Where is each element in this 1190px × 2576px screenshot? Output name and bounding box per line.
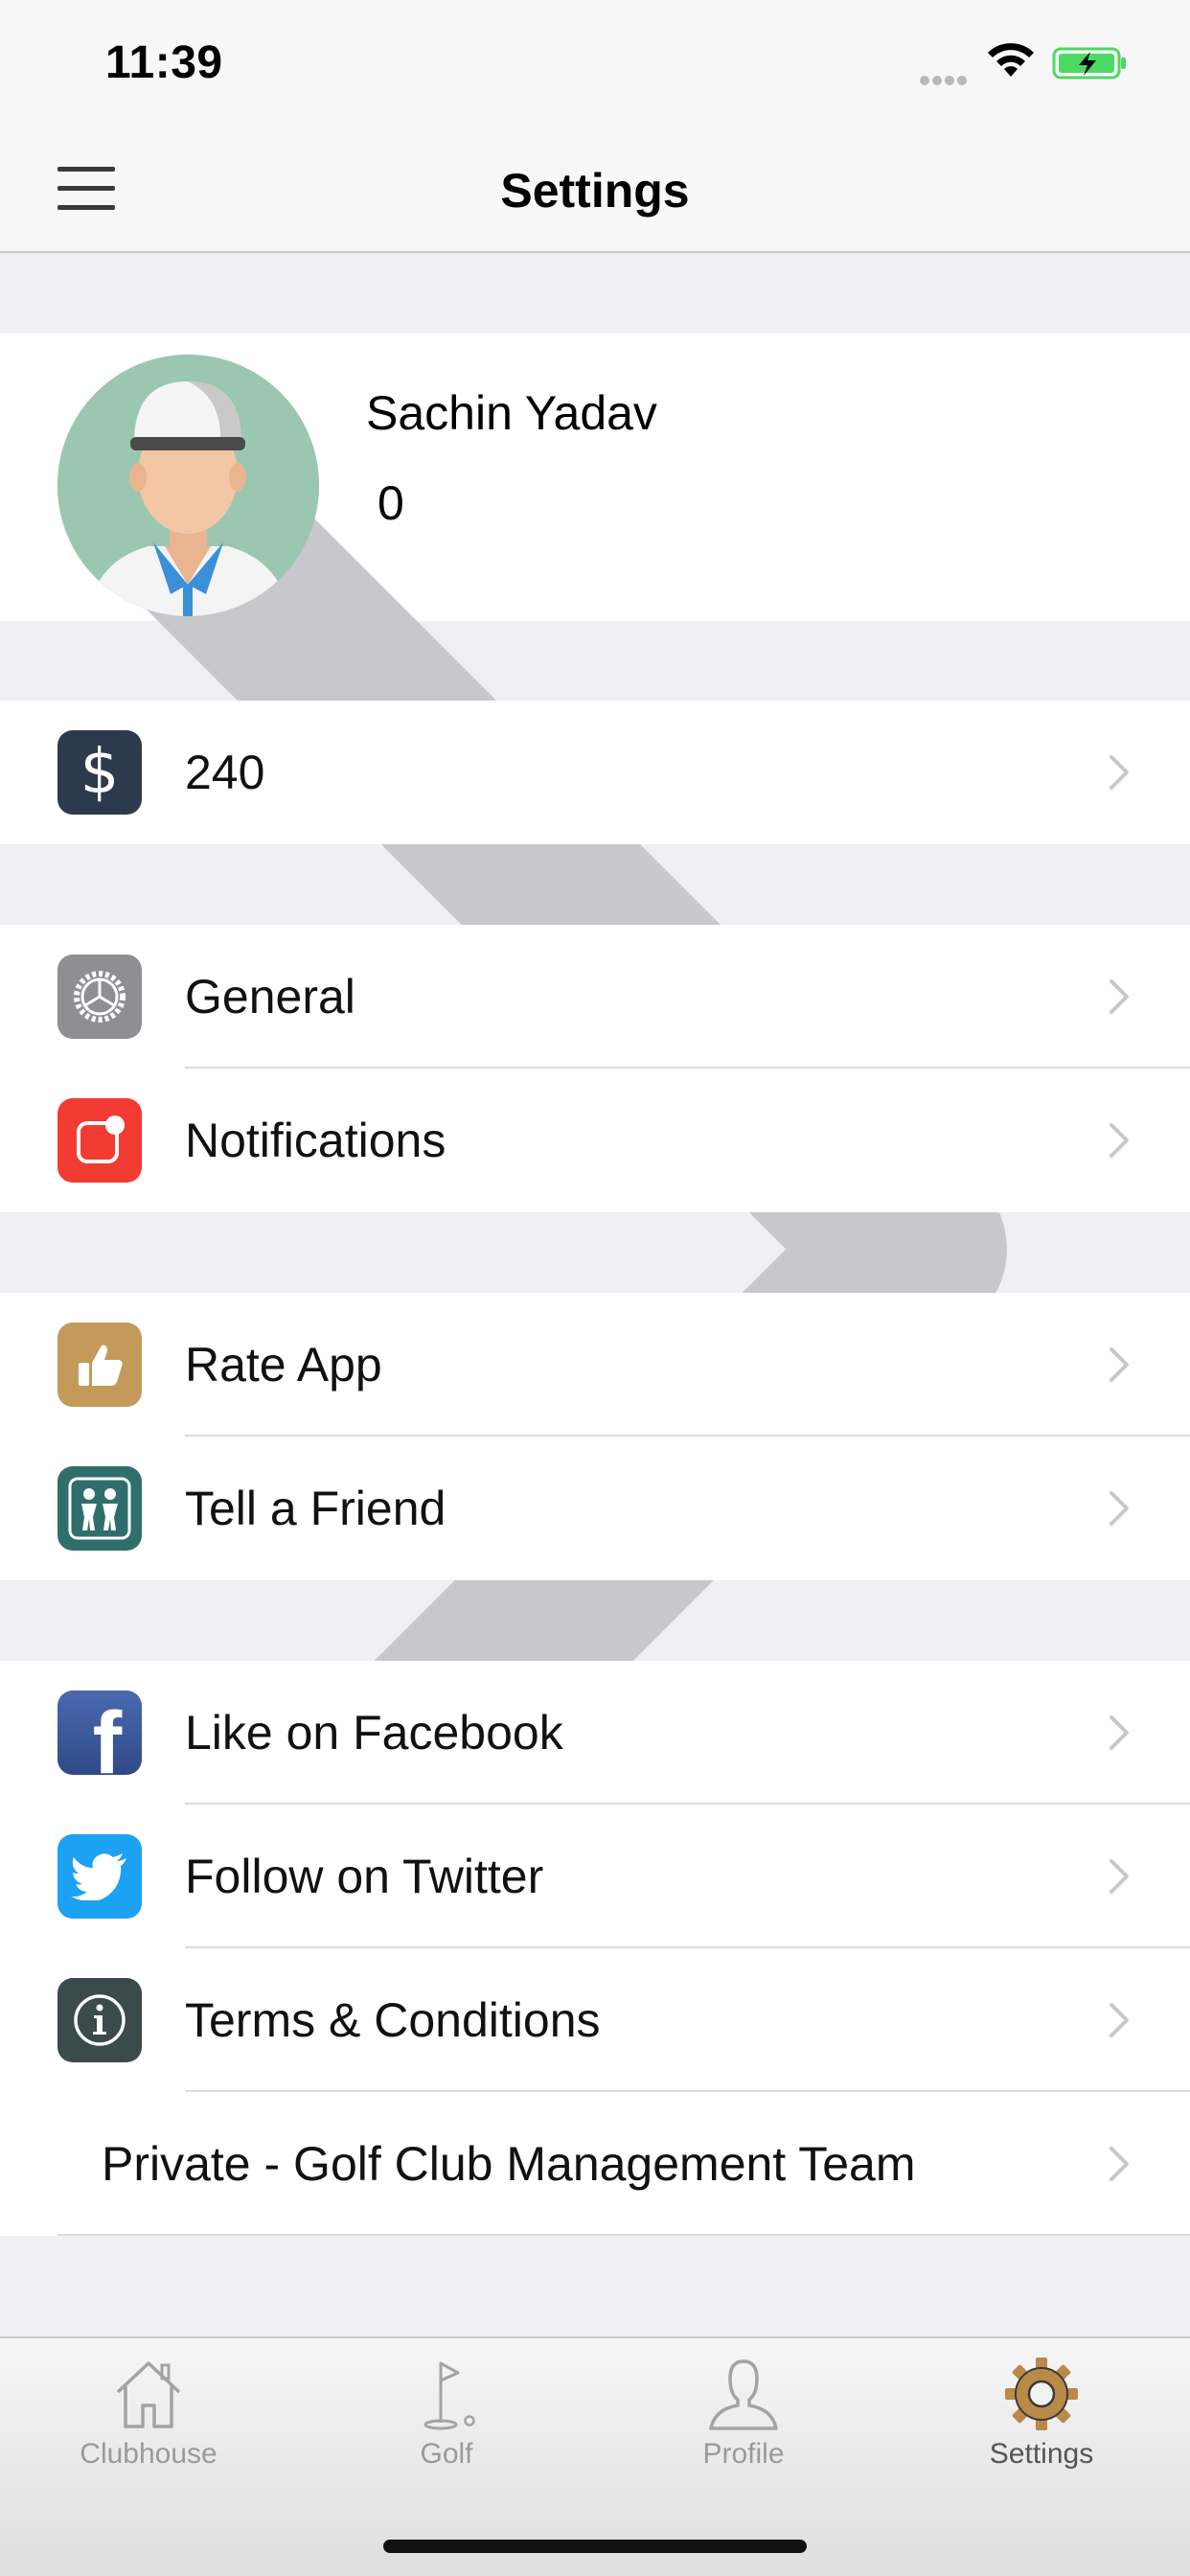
chevron-right-icon [1110,1491,1129,1526]
rate-app-label: Rate App [185,1338,382,1392]
terms-label: Terms & Conditions [185,1993,601,2047]
tab-golf[interactable]: Golf [351,2356,542,2490]
gear-icon [1005,2358,1078,2430]
terms-row[interactable]: Terms & Conditions [0,1948,1190,2092]
chevron-right-icon [1110,1123,1129,1158]
private-row[interactable]: Private - Golf Club Management Team [0,2092,1190,2236]
notifications-row[interactable]: Notifications [0,1069,1190,1212]
chevron-right-icon [1110,755,1129,790]
tell-friend-row[interactable]: Tell a Friend [0,1437,1190,1580]
tab-profile[interactable]: Profile [648,2356,839,2490]
twitter-label: Follow on Twitter [185,1850,544,1903]
avatar [57,355,319,616]
notifications-label: Notifications [185,1114,446,1167]
navigation-bar: Settings [0,128,1190,253]
thumbs-up-icon [57,1322,142,1407]
general-row[interactable]: General [0,925,1190,1069]
balance-section: $ 240 [0,701,1190,844]
person-icon [709,2359,778,2430]
facebook-icon: f [57,1690,142,1775]
balance-row[interactable]: $ 240 [0,701,1190,844]
status-time: 11:39 [105,37,223,88]
preferences-section: General Notifications [0,925,1190,1212]
battery-icon [1052,47,1126,80]
signal-icon [920,73,970,90]
house-icon [116,2361,181,2428]
share-section: Rate App Tell a Friend [0,1293,1190,1580]
chevron-right-icon [1110,2147,1129,2181]
chevron-right-icon [1110,2003,1129,2037]
tab-clubhouse[interactable]: Clubhouse [53,2356,244,2490]
tab-settings[interactable]: Settings [946,2356,1137,2490]
wifi-icon [988,43,1034,77]
info-icon [57,1978,142,2062]
divider [57,2234,1190,2236]
facebook-row[interactable]: f Like on Facebook [0,1661,1190,1805]
chevron-right-icon [1110,1859,1129,1894]
profile-row[interactable] [0,334,1190,2074]
private-label: Private - Golf Club Management Team [102,2137,916,2191]
chevron-right-icon [1110,979,1129,1014]
gear-icon [57,954,142,1039]
dollar-icon: $ [57,730,142,815]
friends-icon [57,1466,142,1551]
profile-section [0,334,1190,2074]
balance-amount: 240 [185,746,265,799]
status-bar: 11:39 [0,0,1190,128]
chevron-right-icon [1110,1347,1129,1382]
golf-flag-icon [423,2361,475,2430]
general-label: General [185,970,355,1024]
tab-settings-label: Settings [989,2438,1094,2470]
profile-name: Sachin Yadav [366,386,657,440]
twitter-icon [57,1834,142,1919]
profile-value: 0 [378,476,404,530]
page-title: Settings [500,164,690,218]
tell-friend-label: Tell a Friend [185,1482,446,1535]
tab-clubhouse-label: Clubhouse [80,2438,217,2470]
home-indicator [383,2540,807,2553]
facebook-label: Like on Facebook [185,1706,563,1760]
notifications-icon [57,1098,142,1183]
twitter-row[interactable]: Follow on Twitter [0,1805,1190,1948]
tab-profile-label: Profile [702,2438,785,2470]
tab-golf-label: Golf [420,2438,473,2470]
rate-app-row[interactable]: Rate App [0,1293,1190,1437]
social-section: f Like on Facebook Follow on Twitter Ter… [0,1661,1190,2236]
chevron-right-icon [1110,1715,1129,1750]
